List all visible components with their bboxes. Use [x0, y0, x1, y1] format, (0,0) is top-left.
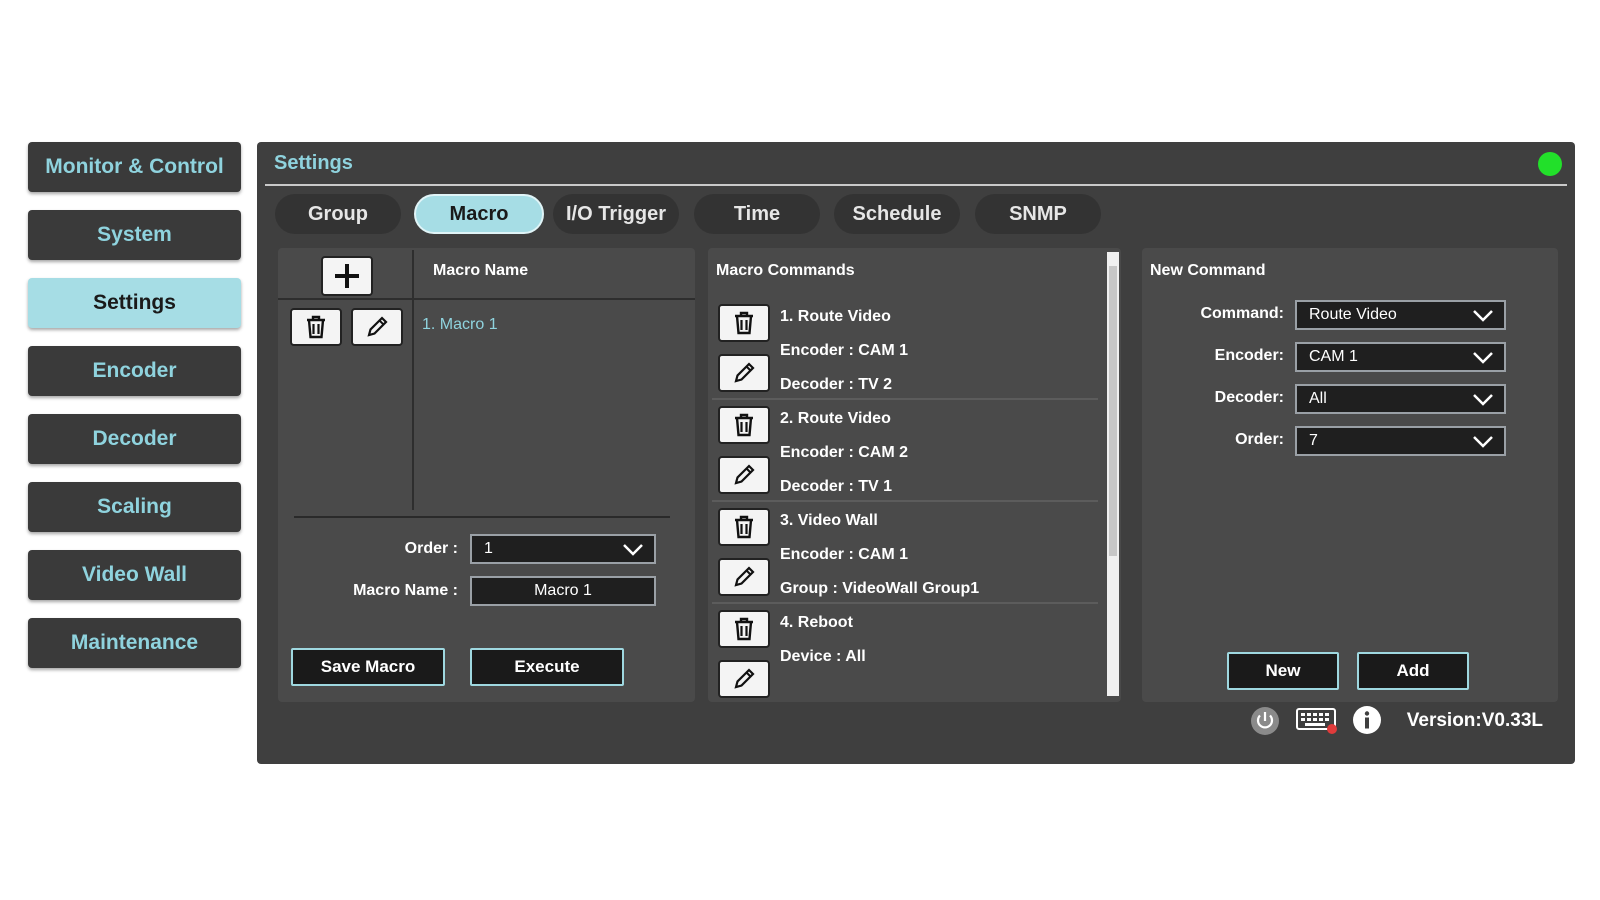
trash-icon [735, 311, 753, 335]
status-indicator [1538, 152, 1562, 176]
pencil-icon [734, 668, 755, 689]
macro-list-panel: Macro Name 1. Macro 1 Order : 1 Macro Na… [278, 248, 695, 702]
panel-title: Settings [274, 152, 353, 174]
version-label: Version:V0.33L [1406, 710, 1543, 731]
order-select-value: 1 [484, 540, 493, 557]
trash-icon [735, 515, 753, 539]
trash-icon [735, 413, 753, 437]
pencil-icon [734, 464, 755, 485]
decoder-select-value: All [1309, 390, 1327, 407]
tab-io-trigger[interactable]: I/O Trigger [553, 194, 679, 234]
chevron-down-icon [1473, 436, 1493, 448]
macro-form-rule [294, 516, 670, 518]
new-command-header: New Command [1150, 262, 1266, 279]
command-divider [712, 602, 1098, 604]
sidebar-item-encoder[interactable]: Encoder [28, 346, 241, 396]
chevron-down-icon [1473, 310, 1493, 322]
command-detail: Encoder : CAM 1 [780, 546, 909, 563]
command-label: Command: [1200, 305, 1284, 322]
order-label: Order : [404, 540, 458, 557]
command-divider [712, 500, 1098, 502]
pencil-icon [367, 316, 388, 337]
edit-command-button[interactable] [718, 660, 770, 698]
macro-list-item[interactable]: 1. Macro 1 [422, 316, 498, 334]
sidebar-item-system[interactable]: System [28, 210, 241, 260]
chevron-down-icon [623, 544, 643, 556]
delete-command-button[interactable] [718, 406, 770, 444]
chevron-down-icon [1473, 352, 1493, 364]
tab-group[interactable]: Group [275, 194, 401, 234]
power-icon[interactable] [1250, 706, 1280, 736]
edit-command-button[interactable] [718, 456, 770, 494]
command-divider [712, 398, 1098, 400]
save-macro-button[interactable]: Save Macro [291, 648, 445, 686]
tab-snmp[interactable]: SNMP [975, 194, 1101, 234]
delete-command-button[interactable] [718, 304, 770, 342]
sidebar-item-monitor-control[interactable]: Monitor & Control [28, 142, 241, 192]
delete-macro-button[interactable] [290, 308, 342, 346]
macro-name-label: Macro Name : [353, 582, 458, 599]
macro-name-header: Macro Name [433, 262, 529, 279]
command-detail: Decoder : TV 2 [780, 376, 893, 393]
add-macro-button[interactable] [321, 256, 373, 296]
command-title: 3. Video Wall [780, 512, 878, 529]
delete-command-button[interactable] [718, 508, 770, 546]
commands-scrollbar[interactable] [1107, 252, 1119, 696]
delete-command-button[interactable] [718, 610, 770, 648]
sidebar-item-settings[interactable]: Settings [28, 278, 241, 328]
macro-name-input[interactable]: Macro 1 [470, 576, 656, 606]
tab-time[interactable]: Time [694, 194, 820, 234]
order-label: Order: [1235, 431, 1284, 448]
sidebar-item-video-wall[interactable]: Video Wall [28, 550, 241, 600]
execute-button[interactable]: Execute [470, 648, 624, 686]
tab-schedule[interactable]: Schedule [834, 194, 960, 234]
command-detail: Encoder : CAM 2 [780, 444, 909, 461]
new-button[interactable]: New [1227, 652, 1339, 690]
add-button[interactable]: Add [1357, 652, 1469, 690]
decoder-select[interactable]: All [1295, 384, 1506, 414]
sidebar-item-decoder[interactable]: Decoder [28, 414, 241, 464]
title-divider [265, 184, 1567, 186]
order-select[interactable]: 1 [470, 534, 656, 564]
pencil-icon [734, 362, 755, 383]
order-select[interactable]: 7 [1295, 426, 1506, 456]
new-command-panel: New Command Command: Route Video Encoder… [1142, 248, 1558, 702]
order-select-value: 7 [1309, 432, 1318, 449]
macro-commands-header: Macro Commands [716, 262, 855, 279]
chevron-down-icon [1473, 394, 1493, 406]
plus-icon [335, 264, 359, 288]
settings-panel: Settings Group Macro I/O Trigger Time Sc… [257, 142, 1575, 764]
command-select-value: Route Video [1309, 306, 1397, 323]
trash-icon [735, 617, 753, 641]
edit-macro-button[interactable] [351, 308, 403, 346]
command-detail: Encoder : CAM 1 [780, 342, 909, 359]
macro-list-divider [412, 250, 414, 510]
macro-list-header-rule [278, 298, 695, 300]
encoder-select[interactable]: CAM 1 [1295, 342, 1506, 372]
encoder-select-value: CAM 1 [1309, 348, 1358, 365]
keyboard-icon[interactable] [1295, 706, 1339, 736]
command-title: 1. Route Video [780, 308, 891, 325]
tab-macro[interactable]: Macro [414, 194, 544, 234]
info-icon[interactable] [1352, 705, 1382, 735]
encoder-label: Encoder: [1214, 347, 1284, 364]
decoder-label: Decoder: [1214, 389, 1284, 406]
command-detail: Device : All [780, 648, 866, 665]
macro-commands-panel: Macro Commands 1. Route Video Encoder : … [708, 248, 1121, 702]
command-title: 4. Reboot [780, 614, 853, 631]
command-title: 2. Route Video [780, 410, 891, 427]
pencil-icon [734, 566, 755, 587]
edit-command-button[interactable] [718, 354, 770, 392]
sidebar-item-maintenance[interactable]: Maintenance [28, 618, 241, 668]
edit-command-button[interactable] [718, 558, 770, 596]
command-detail: Group : VideoWall Group1 [780, 580, 980, 597]
scroll-thumb[interactable] [1109, 266, 1117, 556]
command-detail: Decoder : TV 1 [780, 478, 893, 495]
sidebar-item-scaling[interactable]: Scaling [28, 482, 241, 532]
trash-icon [307, 315, 325, 339]
command-select[interactable]: Route Video [1295, 300, 1506, 330]
